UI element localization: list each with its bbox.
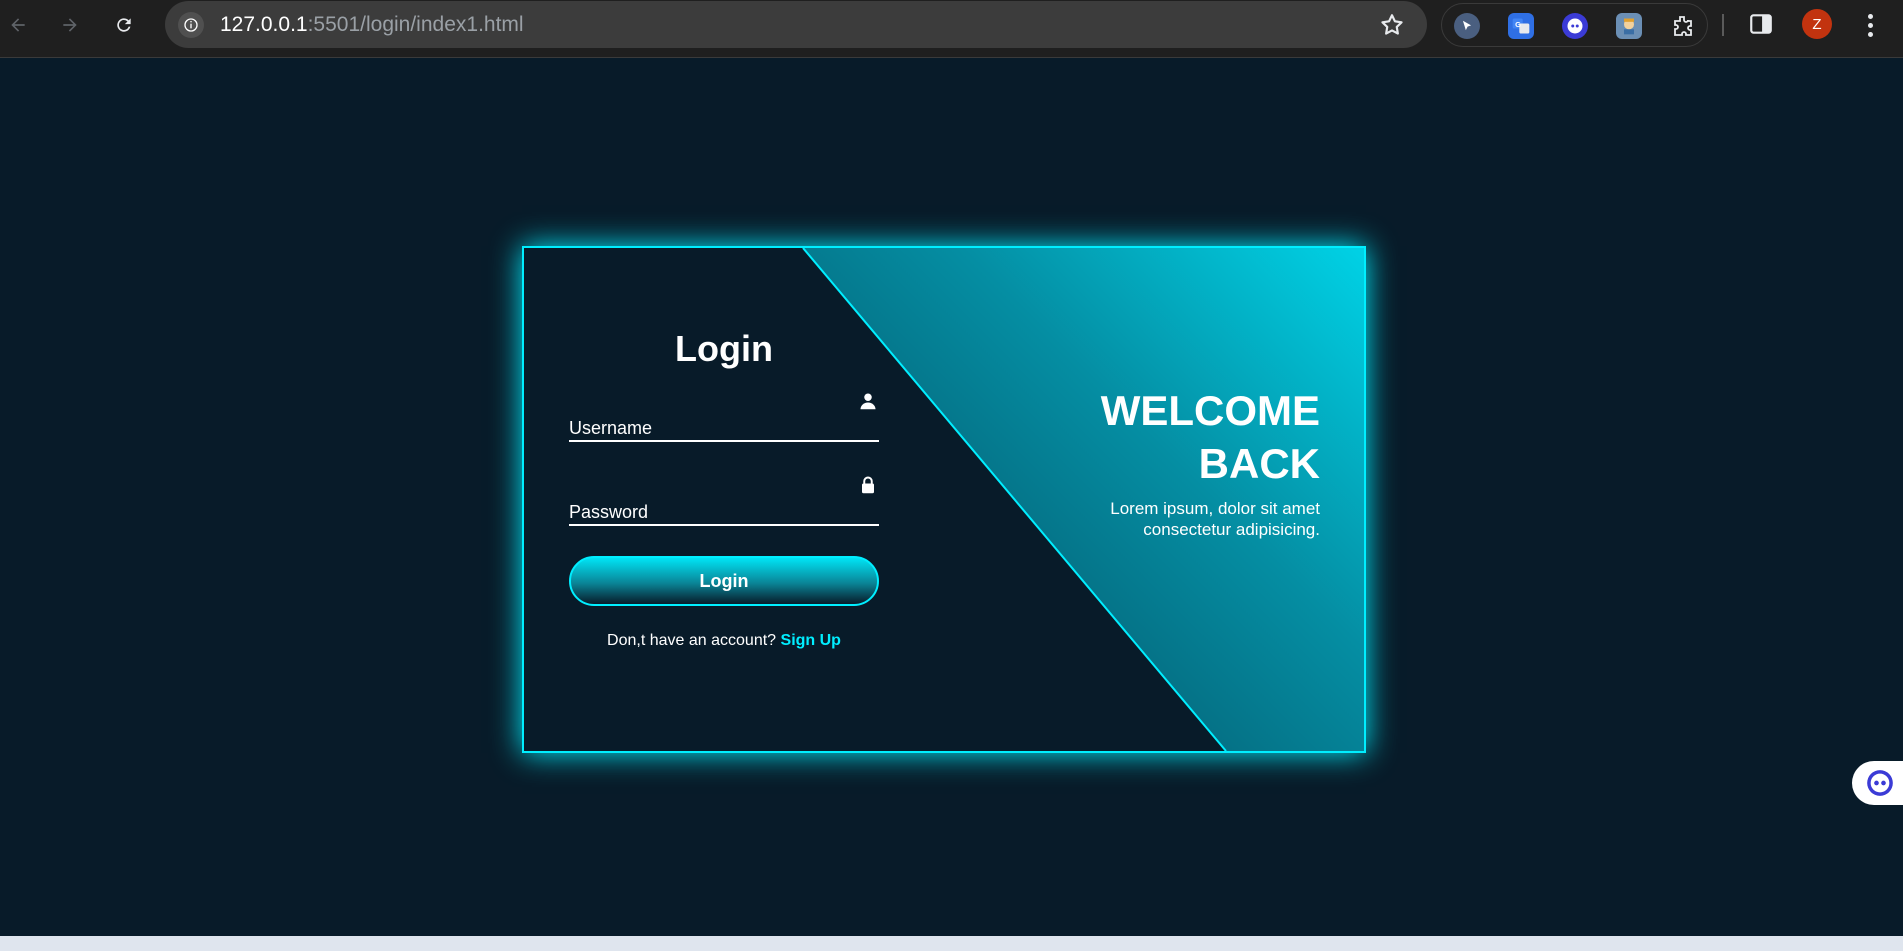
side-panel-icon[interactable]	[1748, 11, 1774, 37]
taskbar-strip	[0, 936, 1903, 951]
url-host: 127.0.0.1	[220, 13, 308, 36]
lock-icon	[862, 476, 874, 494]
forward-button[interactable]	[54, 9, 86, 41]
assistant-extension-icon[interactable]	[1562, 13, 1588, 39]
address-bar[interactable]: 127.0.0.1:5501/login/index1.html	[165, 1, 1427, 48]
browser-toolbar: 127.0.0.1:5501/login/index1.html G Z	[0, 0, 1903, 58]
username-input[interactable]	[569, 392, 879, 440]
welcome-info: WELCOME BACK Lorem ipsum, dolor sit amet …	[1080, 384, 1320, 540]
toolbar-separator	[1722, 14, 1724, 36]
username-input-box: Username	[569, 392, 879, 442]
cursor-extension-icon[interactable]	[1454, 13, 1480, 39]
svg-text:G: G	[1515, 20, 1521, 29]
url-text: 127.0.0.1:5501/login/index1.html	[220, 13, 524, 37]
signup-prompt: Don,t have an account? Sign Up	[569, 632, 879, 650]
puzzle-extensions-icon[interactable]	[1670, 13, 1696, 39]
signup-link[interactable]: Sign Up	[781, 632, 841, 649]
bookmark-star-icon[interactable]	[1379, 12, 1405, 38]
character-extension-icon[interactable]	[1616, 13, 1642, 39]
floating-assistant-widget[interactable]	[1852, 761, 1903, 805]
extensions-area: G	[1441, 3, 1708, 47]
browser-menu-icon[interactable]	[1860, 10, 1880, 40]
site-info-icon[interactable]	[178, 12, 204, 38]
url-path: :5501/login/index1.html	[307, 13, 524, 36]
form-title: Login	[675, 328, 773, 369]
welcome-description: Lorem ipsum, dolor sit amet consectetur …	[1110, 499, 1320, 539]
password-input[interactable]	[569, 476, 879, 524]
arrow-left-icon	[11, 18, 25, 32]
login-form: Login Username Password Login Don,t have…	[569, 328, 879, 650]
arrow-right-icon	[63, 18, 77, 32]
login-button[interactable]: Login	[569, 556, 879, 606]
reload-icon	[117, 18, 131, 32]
assistant-widget-icon	[1867, 770, 1893, 796]
reload-button[interactable]	[108, 9, 140, 41]
translate-extension-icon[interactable]: G	[1508, 13, 1534, 39]
signup-prompt-text: Don,t have an account?	[607, 632, 777, 649]
back-button[interactable]	[2, 9, 34, 41]
welcome-title-line1: WELCOME	[1100, 387, 1320, 434]
welcome-title-line2: BACK	[1198, 440, 1320, 487]
password-input-box: Password	[569, 476, 879, 526]
welcome-title: WELCOME BACK	[1080, 384, 1320, 490]
profile-avatar[interactable]: Z	[1802, 9, 1832, 39]
login-card: Login Username Password Login Don,t have…	[522, 246, 1366, 753]
user-icon	[860, 393, 876, 410]
